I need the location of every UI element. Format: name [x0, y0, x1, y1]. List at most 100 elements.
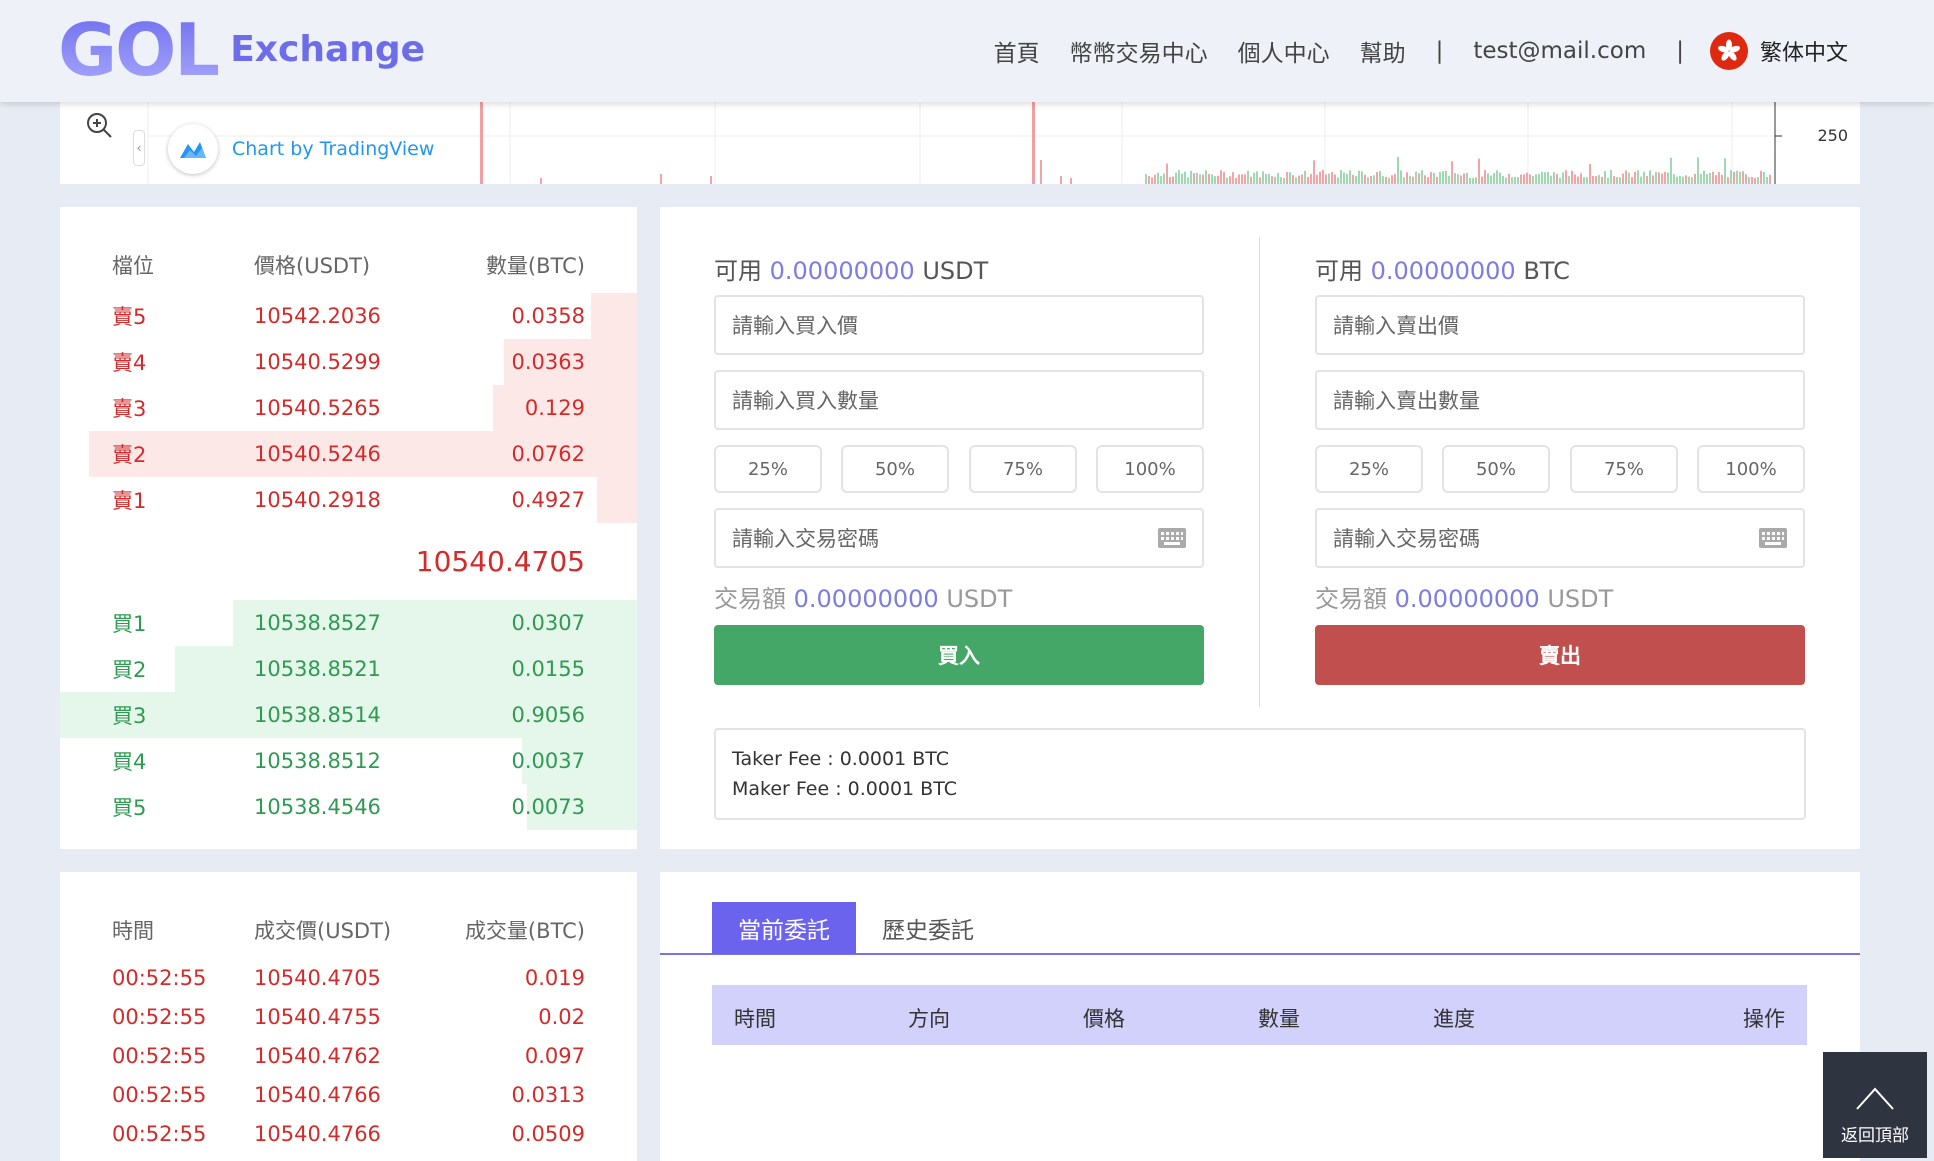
order-tabs: 當前委託 歷史委託: [712, 902, 1000, 954]
collapse-toolbar-button[interactable]: ‹: [133, 130, 145, 166]
logo[interactable]: GOL Exchange: [58, 10, 425, 90]
buy-price-input[interactable]: 請輸入買入價: [714, 295, 1204, 355]
recent-trades: 時間 成交價(USDT) 成交量(BTC) 00:52:55 10540.4705…: [60, 872, 637, 1161]
order-quantity: 0.129: [524, 396, 585, 420]
trade-price: 10540.4766: [254, 1121, 381, 1146]
zoom-in-icon[interactable]: [84, 110, 114, 140]
tab-order-history[interactable]: 歷史委託: [856, 902, 1000, 954]
order-quantity: 0.0762: [511, 442, 585, 466]
back-to-top-button[interactable]: 返回頂部: [1823, 1052, 1927, 1158]
tab-current-orders[interactable]: 當前委託: [712, 902, 856, 954]
buy-order-row[interactable]: 買4 10538.8512 0.0037: [60, 738, 637, 784]
order-price: 10540.5246: [254, 442, 381, 466]
tradingview-logo-icon: [168, 124, 218, 174]
sell-button[interactable]: 賣出: [1315, 625, 1805, 685]
sell-percent-buttons: 25% 50% 75% 100%: [1315, 445, 1805, 493]
order-quantity: 0.0037: [511, 749, 585, 773]
depth-bar: [596, 477, 637, 523]
sell-order-row[interactable]: 賣4 10540.5299 0.0363: [60, 339, 637, 385]
sell-password-input[interactable]: 請輸入交易密碼: [1315, 508, 1805, 568]
buy-percent-buttons: 25% 50% 75% 100%: [714, 445, 1204, 493]
password-placeholder: 請輸入交易密碼: [732, 527, 879, 551]
buy-order-row[interactable]: 買3 10538.8514 0.9056: [60, 692, 637, 738]
buy-button[interactable]: 買入: [714, 625, 1204, 685]
nav-user-center[interactable]: 個人中心: [1238, 34, 1330, 68]
logo-mark: GOL: [58, 8, 220, 92]
amount-value: 0.00000000: [793, 585, 939, 613]
buy-quantity-input[interactable]: 請輸入買入數量: [714, 370, 1204, 430]
header-trade-price: 成交價(USDT): [254, 919, 392, 943]
level-label: 買5: [112, 796, 147, 820]
trade-time: 00:52:55: [112, 965, 207, 990]
tradingview-badge[interactable]: Chart by TradingView: [168, 124, 434, 174]
sell-quantity-input[interactable]: 請輸入賣出數量: [1315, 370, 1805, 430]
buy-password-input[interactable]: 請輸入交易密碼: [714, 508, 1204, 568]
trade-time: 00:52:55: [112, 1121, 207, 1146]
buy-order-row[interactable]: 買2 10538.8521 0.0155: [60, 646, 637, 692]
avail-value: 0.00000000: [769, 257, 915, 285]
trade-time: 00:52:55: [112, 1082, 207, 1107]
trade-price: 10540.4766: [254, 1082, 381, 1107]
amount-unit: USDT: [1547, 585, 1614, 613]
back-to-top-label: 返回頂部: [1841, 1126, 1909, 1146]
header-time: 時間: [112, 919, 154, 943]
header-trade-quantity: 成交量(BTC): [464, 919, 585, 943]
language-selector[interactable]: 繁体中文: [1760, 35, 1848, 67]
sell-75-percent-button[interactable]: 75%: [1570, 445, 1678, 493]
col-price: 價格: [1083, 1007, 1125, 1031]
keyboard-icon[interactable]: [1759, 528, 1787, 548]
sell-price-input[interactable]: 請輸入賣出價: [1315, 295, 1805, 355]
avail-value: 0.00000000: [1370, 257, 1516, 285]
col-action: 操作: [1743, 1007, 1785, 1031]
order-quantity: 0.0155: [511, 657, 585, 681]
sell-order-row[interactable]: 賣1 10540.2918 0.4927: [60, 477, 637, 523]
trade-row: 00:52:55 10540.4766 0.0509: [60, 1114, 637, 1153]
top-header: GOL Exchange 首頁 幣幣交易中心 個人中心 幫助 | test@ma…: [0, 0, 1934, 102]
buy-order-row[interactable]: 買1 10538.8527 0.0307: [60, 600, 637, 646]
sell-order-row[interactable]: 賣2 10540.5246 0.0762: [60, 431, 637, 477]
nav-user-email[interactable]: test@mail.com: [1473, 38, 1646, 64]
trade-row: 00:52:55 10540.4705 0.019: [60, 958, 637, 997]
nav-help[interactable]: 幫助: [1360, 34, 1406, 68]
orders-table-header: 時間 方向 價格 數量 進度 操作: [712, 985, 1807, 1045]
level-label: 賣4: [112, 351, 147, 375]
avail-label: 可用: [714, 257, 762, 285]
trades-header: 時間 成交價(USDT) 成交量(BTC): [60, 912, 637, 948]
sell-order-row[interactable]: 賣5 10542.2036 0.0358: [60, 293, 637, 339]
buy-25-percent-button[interactable]: 25%: [714, 445, 822, 493]
header-level: 檔位: [112, 254, 154, 278]
col-progress: 進度: [1433, 1007, 1475, 1031]
nav-trade-center[interactable]: 幣幣交易中心: [1070, 34, 1208, 68]
header-price: 價格(USDT): [254, 254, 371, 278]
sell-100-percent-button[interactable]: 100%: [1697, 445, 1805, 493]
sell-25-percent-button[interactable]: 25%: [1315, 445, 1423, 493]
keyboard-icon[interactable]: [1158, 528, 1186, 548]
order-price: 10538.8514: [254, 703, 381, 727]
buy-75-percent-button[interactable]: 75%: [969, 445, 1077, 493]
buy-50-percent-button[interactable]: 50%: [841, 445, 949, 493]
trade-price: 10540.4755: [254, 1004, 381, 1029]
nav-home[interactable]: 首頁: [994, 34, 1040, 68]
buy-100-percent-button[interactable]: 100%: [1096, 445, 1204, 493]
hong-kong-flag-icon[interactable]: [1709, 32, 1748, 70]
buy-order-row[interactable]: 買5 10538.4546 0.0073: [60, 784, 637, 830]
price-chart[interactable]: ‹ Chart by TradingView 250: [60, 102, 1860, 184]
sell-order-row[interactable]: 賣3 10540.5265 0.129: [60, 385, 637, 431]
level-label: 賣3: [112, 397, 147, 421]
order-price: 10542.2036: [254, 304, 381, 328]
depth-bar: [590, 293, 637, 339]
level-label: 買1: [112, 612, 147, 636]
level-label: 賣1: [112, 489, 147, 513]
nav-separator: |: [1676, 38, 1684, 64]
trade-quantity: 0.0313: [511, 1082, 585, 1107]
header-quantity: 數量(BTC): [485, 254, 585, 278]
order-price: 10538.8527: [254, 611, 381, 635]
trade-price: 10540.4762: [254, 1043, 381, 1068]
amount-label: 交易額: [714, 585, 786, 613]
level-label: 買3: [112, 704, 147, 728]
sell-50-percent-button[interactable]: 50%: [1442, 445, 1550, 493]
order-price: 10540.5265: [254, 396, 381, 420]
order-price: 10538.8521: [254, 657, 381, 681]
logo-text: Exchange: [230, 29, 426, 70]
sell-trade-amount: 交易額 0.00000000 USDT: [1315, 579, 1613, 614]
